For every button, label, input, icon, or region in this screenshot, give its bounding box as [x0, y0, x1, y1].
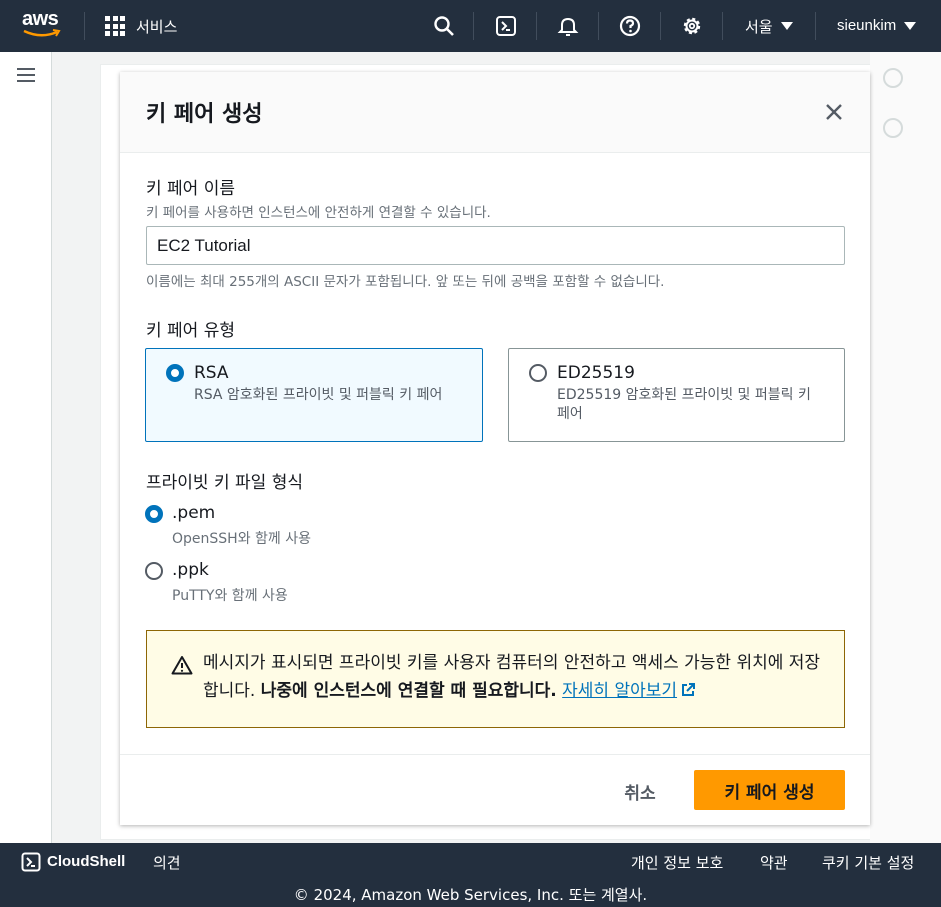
warning-triangle-icon [171, 656, 193, 675]
services-grid-icon[interactable] [105, 16, 125, 36]
create-key-pair-modal: 키 페어 생성 키 페어 이름 키 페어를 사용하면 인스턴스에 안전하게 연결… [120, 72, 870, 825]
cookie-preferences-link[interactable]: 쿠키 기본 설정 [822, 852, 914, 873]
learn-more-link[interactable]: 자세히 알아보기 [562, 681, 696, 701]
nav-divider [473, 12, 474, 40]
modal-header: 키 페어 생성 [120, 72, 870, 153]
key-type-rsa-description: RSA 암호화된 프라이빗 및 퍼블릭 키 페어 [194, 387, 443, 403]
format-pem-description: OpenSSH와 함께 사용 [172, 531, 311, 547]
key-type-ed25519-radio[interactable] [529, 364, 547, 382]
format-pem-title[interactable]: .pem [172, 503, 215, 523]
aws-logo[interactable]: aws [22, 9, 64, 41]
warning-message: 메시지가 표시되면 프라이빗 키를 사용자 컴퓨터의 안전하고 액세스 가능한 … [203, 649, 823, 705]
modal-footer-divider [120, 754, 870, 755]
format-pem-radio[interactable] [145, 505, 163, 523]
external-link-icon [682, 683, 696, 696]
key-pair-name-input[interactable] [146, 226, 845, 265]
notifications-bell-icon[interactable] [556, 14, 580, 38]
cloudshell-icon[interactable] [21, 852, 41, 872]
nav-divider [722, 12, 723, 40]
console-footer: CloudShell 의견 개인 정보 보호 약관 쿠키 기본 설정 © 202… [0, 843, 941, 907]
tutorial-icon[interactable] [883, 118, 903, 138]
terms-link[interactable]: 약관 [760, 852, 788, 873]
format-ppk-title[interactable]: .ppk [172, 560, 209, 580]
caret-down-icon[interactable] [781, 22, 793, 30]
settings-gear-icon[interactable] [680, 14, 704, 38]
info-icon[interactable] [883, 68, 903, 88]
services-menu[interactable]: 서비스 [136, 16, 177, 37]
key-pair-type-label: 키 페어 유형 [146, 321, 236, 341]
cancel-button[interactable]: 취소 [608, 773, 672, 809]
nav-divider [84, 12, 85, 40]
key-pair-name-hint: 이름에는 최대 255개의 ASCII 문자가 포함됩니다. 앞 또는 뒤에 공… [146, 274, 665, 290]
nav-divider [536, 12, 537, 40]
aws-logo-text: aws [22, 8, 59, 30]
menu-hamburger-icon[interactable] [17, 68, 35, 82]
privacy-link[interactable]: 개인 정보 보호 [631, 852, 723, 873]
tools-rail [870, 52, 941, 843]
side-navigation-rail [0, 52, 52, 843]
help-icon[interactable] [618, 14, 642, 38]
caret-down-icon[interactable] [904, 22, 916, 30]
private-key-format-label: 프라이빗 키 파일 형식 [146, 473, 303, 493]
key-type-rsa-radio[interactable] [166, 364, 184, 382]
key-type-rsa-tile[interactable]: RSA RSA 암호화된 프라이빗 및 퍼블릭 키 페어 [145, 348, 483, 442]
region-selector[interactable]: 서울 [745, 16, 773, 37]
nav-divider [598, 12, 599, 40]
key-type-ed25519-description: ED25519 암호화된 프라이빗 및 퍼블릭 키 페어 [557, 387, 811, 422]
account-menu[interactable]: sieunkim [837, 17, 896, 34]
feedback-link[interactable]: 의견 [153, 852, 181, 873]
key-pair-name-label: 키 페어 이름 [146, 179, 236, 199]
format-ppk-radio[interactable] [145, 562, 163, 580]
warning-message-emphasis: 나중에 인스턴스에 연결할 때 필요합니다. [260, 681, 557, 701]
nav-divider [815, 12, 816, 40]
key-pair-name-description: 키 페어를 사용하면 인스턴스에 안전하게 연결할 수 있습니다. [146, 205, 491, 221]
aws-smile-icon [23, 29, 61, 37]
top-navigation: aws 서비스 서울 sieunkim [0, 0, 941, 52]
format-ppk-description: PuTTY와 함께 사용 [172, 588, 288, 604]
close-icon[interactable] [822, 100, 846, 124]
cloudshell-link[interactable]: CloudShell [47, 853, 125, 870]
create-key-pair-button[interactable]: 키 페어 생성 [694, 770, 845, 810]
cloudshell-icon[interactable] [494, 14, 518, 38]
key-type-ed25519-tile[interactable]: ED25519 ED25519 암호화된 프라이빗 및 퍼블릭 키 페어 [508, 348, 845, 442]
search-icon[interactable] [432, 14, 456, 38]
warning-alert: 메시지가 표시되면 프라이빗 키를 사용자 컴퓨터의 안전하고 액세스 가능한 … [146, 630, 845, 728]
modal-title: 키 페어 생성 [146, 102, 263, 127]
copyright-text: © 2024, Amazon Web Services, Inc. 또는 계열사… [293, 886, 648, 904]
key-type-rsa-title: RSA [194, 363, 229, 383]
learn-more-link-text: 자세히 알아보기 [562, 681, 678, 701]
key-type-ed25519-title: ED25519 [557, 363, 635, 383]
nav-divider [660, 12, 661, 40]
